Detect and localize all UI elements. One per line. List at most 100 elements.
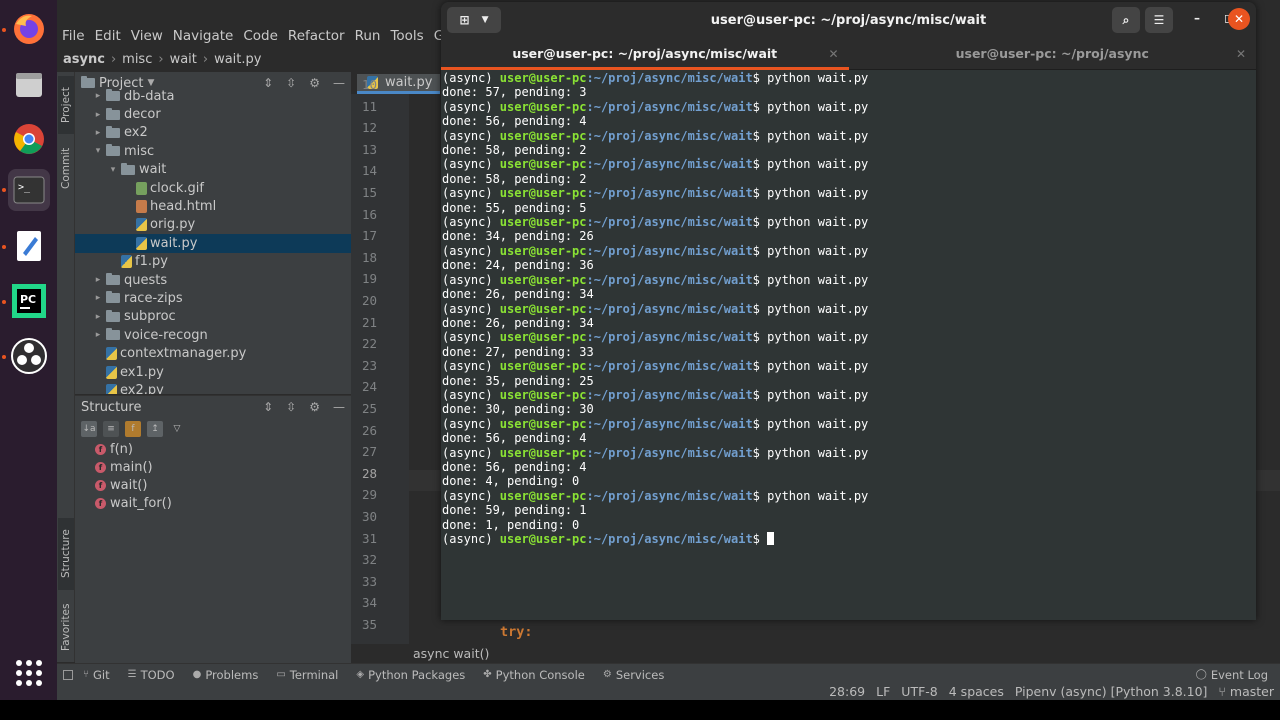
chevron-down-icon[interactable]: ▾ [92,146,104,156]
toolwindow-git[interactable]: ⑂ Git [83,668,110,682]
structure-item[interactable]: f main() [75,458,351,476]
tab-structure[interactable]: Structure [58,518,74,590]
menu-file[interactable]: File [57,28,90,50]
terminal-output[interactable]: (async) user@user-pc:~/proj/async/misc/w… [441,70,1256,546]
structure-item[interactable]: f f(n) [75,440,351,458]
show-applications-icon[interactable] [16,660,42,686]
line-number: 23 [361,357,377,373]
tab-project[interactable]: Project [58,76,74,134]
terminal-tab-async[interactable]: user@user-pc: ~/proj/async ✕ [849,38,1257,69]
close-tab-icon[interactable]: ✕ [1236,47,1246,61]
menu-navigate[interactable]: Navigate [168,28,239,50]
tree-item-contextmanager-py[interactable]: contextmanager.py [75,344,351,362]
editor-breadcrumb[interactable]: async wait() [413,646,489,661]
toolwindow-label: Python Packages [368,667,466,682]
tree-item-head-html[interactable]: head.html [75,197,351,215]
project-tool-window: Project ▼ ⇕ ⇳ ⚙ — ▸ db-data ▸ decor ▸ ex2 ▾ mis… [75,72,351,394]
sort-visibility-icon[interactable]: ≡ [103,421,119,437]
running-indicator [2,245,6,249]
tree-item-ex2[interactable]: ▸ ex2 [75,124,351,142]
tree-item-misc[interactable]: ▾ misc [75,142,351,160]
pycharm-icon[interactable]: PC [8,280,50,322]
tree-item-decor[interactable]: ▸ decor [75,105,351,123]
tab-commit[interactable]: Commit [58,140,74,196]
tree-item-ex2-py[interactable]: ex2.py [75,381,351,394]
prompt-path: :~/proj/async/misc/wait [586,445,753,460]
chrome-icon[interactable] [8,118,50,160]
line-separator[interactable]: LF [876,684,890,699]
git-branch[interactable]: ⑂ master [1218,684,1274,699]
terminal-tab-label: user@user-pc: ~/proj/async [955,46,1149,61]
tree-item-wait-py[interactable]: wait.py [75,234,351,253]
crumb-project[interactable]: async [63,52,105,67]
terminal-prompt-line: (async) user@user-pc:~/proj/async/misc/w… [442,100,1256,114]
git-icon: ⑂ [83,669,89,680]
terminal-tab-wait[interactable]: user@user-pc: ~/proj/async/misc/wait ✕ [441,38,849,70]
menu-refactor[interactable]: Refactor [283,28,350,50]
structure-item[interactable]: f wait() [75,476,351,494]
tree-item-race-zips[interactable]: ▸ race-zips [75,289,351,307]
chevron-right-icon[interactable]: ▸ [92,312,104,322]
collapse-all-icon[interactable]: ⇳ [286,400,296,414]
toolwindow-services[interactable]: ⚙ Services [603,668,664,682]
search-button[interactable]: ⌕ [1112,7,1140,33]
toolwindow-terminal[interactable]: ▭ Terminal [276,668,338,682]
chevron-right-icon[interactable]: ▸ [92,293,104,303]
menu-view[interactable]: View [126,28,168,50]
obs-icon[interactable] [8,335,50,377]
chevron-down-icon[interactable]: ▾ [107,165,119,175]
minimize-icon[interactable]: – [1187,11,1207,25]
tree-item-wait[interactable]: ▾ wait [75,161,351,179]
new-tab-button[interactable]: ⊞ ▼ [447,7,501,33]
close-tab-icon[interactable]: ✕ [828,47,838,61]
tree-item-voice-recogn[interactable]: ▸ voice-recogn [75,326,351,344]
toolwindow-python-packages[interactable]: ◈ Python Packages [356,668,465,682]
tree-item-f1-py[interactable]: f1.py [75,253,351,271]
text-editor-icon[interactable] [8,225,50,267]
structure-item[interactable]: f wait_for() [75,495,351,513]
tree-item-clock-gif[interactable]: clock.gif [75,179,351,197]
tree-item-quests[interactable]: ▸ quests [75,271,351,289]
filter-icon[interactable]: ▽ [169,421,185,437]
close-icon[interactable]: ✕ [1228,8,1250,30]
chevron-right-icon[interactable]: ▸ [92,110,104,120]
hide-icon[interactable]: — [333,400,345,414]
menu-code[interactable]: Code [238,28,283,50]
line-number: 34 [361,595,377,611]
menu-run[interactable]: Run [350,28,386,50]
tree-item-label: clock.gif [150,180,204,196]
sort-alpha-icon[interactable]: ↓a [81,421,97,437]
files-icon[interactable] [8,63,50,105]
menu-edit[interactable]: Edit [90,28,126,50]
toolwindow-python-console[interactable]: ✤ Python Console [483,668,585,682]
function-icon: f [95,479,106,491]
event-log-button[interactable]: ◯ Event Log [1196,668,1268,682]
crumb-file[interactable]: wait.py [214,52,261,67]
crumb-wait[interactable]: wait [170,52,197,67]
tree-item-db-data[interactable]: ▸ db-data [75,87,351,105]
inherited-icon[interactable]: ↥ [147,421,163,437]
tree-item-subproc[interactable]: ▸ subproc [75,308,351,326]
toolwindow-todo[interactable]: ☰ TODO [128,668,175,682]
menu-tools[interactable]: Tools [385,28,428,50]
firefox-icon[interactable] [8,8,50,50]
terminal-icon[interactable]: >_ [8,169,50,211]
toolwindow-problems[interactable]: ● Problems [193,668,259,682]
file-encoding[interactable]: UTF-8 [901,684,937,699]
hamburger-menu-button[interactable]: ☰ [1145,7,1173,33]
chevron-right-icon[interactable]: ▸ [92,330,104,340]
caret-position[interactable]: 28:69 [829,684,865,699]
show-fields-icon[interactable]: f [125,421,141,437]
toggle-toolwindows-icon[interactable] [63,669,73,680]
gear-icon[interactable]: ⚙ [309,400,320,414]
tree-item-orig-py[interactable]: orig.py [75,216,351,234]
chevron-right-icon[interactable]: ▸ [92,275,104,285]
chevron-right-icon[interactable]: ▸ [92,91,104,101]
indent-setting[interactable]: 4 spaces [949,684,1004,699]
crumb-misc[interactable]: misc [122,52,152,67]
tree-item-ex1-py[interactable]: ex1.py [75,363,351,381]
interpreter-selector[interactable]: Pipenv (async) [Python 3.8.10] [1015,684,1208,699]
expand-all-icon[interactable]: ⇕ [263,400,273,414]
chevron-right-icon[interactable]: ▸ [92,128,104,138]
tab-favorites[interactable]: Favorites [58,594,74,660]
